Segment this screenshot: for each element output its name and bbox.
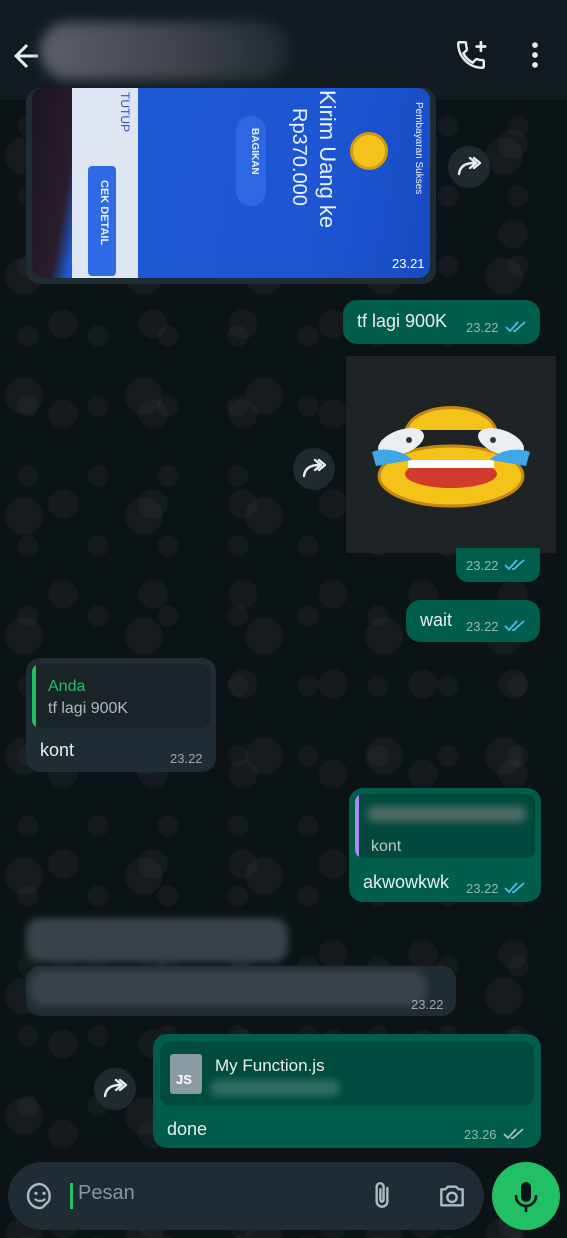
redacted-message-text: [30, 970, 426, 1006]
message-text: akwowkwk: [363, 872, 450, 892]
forward-button[interactable]: [448, 146, 490, 188]
outgoing-message[interactable]: kont akwowkwk 23.22: [349, 788, 541, 902]
read-ticks-icon: [505, 321, 526, 333]
quoted-message[interactable]: kont: [355, 794, 535, 858]
message-text: done: [167, 1119, 208, 1139]
message-time: 23.22: [411, 997, 444, 1012]
contact-name-avatar[interactable]: [40, 22, 290, 80]
read-ticks-icon: [504, 559, 525, 571]
forward-icon: [457, 156, 482, 176]
incoming-message[interactable]: 23.22: [26, 966, 456, 1016]
receipt-status: Pembayaran Sukses: [413, 102, 424, 195]
read-ticks-icon: [504, 620, 525, 632]
message-time: 23.22: [466, 320, 499, 335]
forward-button[interactable]: [293, 448, 335, 490]
sticker-icon: [26, 1182, 51, 1210]
incoming-message[interactable]: Anda tf lagi 900K kont 23.22: [26, 658, 216, 772]
text-caret: [70, 1183, 73, 1209]
redacted-message: [26, 918, 288, 962]
laughing-crying-emoji: [372, 406, 530, 508]
outgoing-message[interactable]: tf lagi 900K 23.22: [343, 300, 540, 344]
more-options-button[interactable]: [518, 38, 552, 72]
quote-text: kont: [371, 838, 402, 855]
voice-message-button[interactable]: [492, 1162, 560, 1230]
quote-text: tf lagi 900K: [48, 700, 129, 717]
file-type-label: JS: [176, 1072, 192, 1087]
receipt-amount: Rp370.000: [288, 108, 310, 206]
receipt-title: Kirim Uang ke: [315, 90, 340, 229]
redacted-file-info: [210, 1080, 340, 1096]
message-time: 23.22: [466, 558, 499, 573]
outgoing-message[interactable]: wait 23.22: [406, 600, 540, 642]
receipt-detail-label: CEK DETAIL: [98, 180, 110, 246]
file-attachment[interactable]: JS My Function.js: [160, 1042, 534, 1106]
camera-button[interactable]: [436, 1180, 468, 1212]
back-button[interactable]: [8, 38, 44, 74]
read-ticks-icon: [504, 882, 525, 894]
paperclip-icon: [375, 1182, 389, 1208]
receipt-image-message[interactable]: TUTUP CEK DETAIL BAGIKAN Rp370.000 Kirim…: [26, 88, 436, 284]
mic-icon: [514, 1182, 538, 1213]
quote-bar: [32, 664, 36, 728]
receipt-screenshot[interactable]: TUTUP CEK DETAIL BAGIKAN Rp370.000 Kirim…: [32, 88, 430, 278]
attach-button[interactable]: [366, 1180, 398, 1212]
quoted-message[interactable]: Anda tf lagi 900K: [32, 664, 210, 728]
forward-button[interactable]: [94, 1068, 136, 1110]
add-call-button[interactable]: [454, 38, 488, 72]
message-time: 23.22: [170, 751, 203, 766]
message-text: tf lagi 900K: [357, 311, 448, 331]
message-text: kont: [40, 740, 75, 760]
add-call-icon: [457, 40, 487, 69]
message-time: 23.26: [464, 1127, 497, 1142]
receipt-close-label: TUTUP: [118, 92, 132, 132]
arrow-left-icon: [14, 44, 38, 68]
emoji-image-message[interactable]: [346, 356, 556, 553]
file-name: My Function.js: [215, 1056, 325, 1075]
receipt-share-label: BAGIKAN: [249, 128, 260, 175]
quote-author-redacted: [367, 806, 527, 822]
message-time: 23.22: [466, 619, 499, 634]
forward-icon: [103, 1078, 128, 1098]
forward-icon: [302, 458, 327, 478]
camera-icon: [440, 1185, 464, 1207]
emoji-image-footer: 23.22: [456, 548, 540, 582]
js-file-icon: JS: [170, 1054, 202, 1094]
chat-header: [0, 0, 567, 100]
sticker-button[interactable]: [24, 1180, 56, 1212]
message-composer: Pesan: [8, 1162, 484, 1230]
message-text: wait: [420, 610, 453, 630]
message-time: 23.21: [392, 256, 425, 271]
more-vert-icon: [532, 42, 538, 68]
quote-bar: [355, 794, 359, 858]
message-time: 23.22: [466, 881, 499, 896]
coin-icon: [350, 132, 388, 170]
delivered-ticks-icon: [503, 1128, 524, 1140]
quote-author: Anda: [48, 678, 86, 695]
message-input[interactable]: Pesan: [78, 1182, 135, 1205]
